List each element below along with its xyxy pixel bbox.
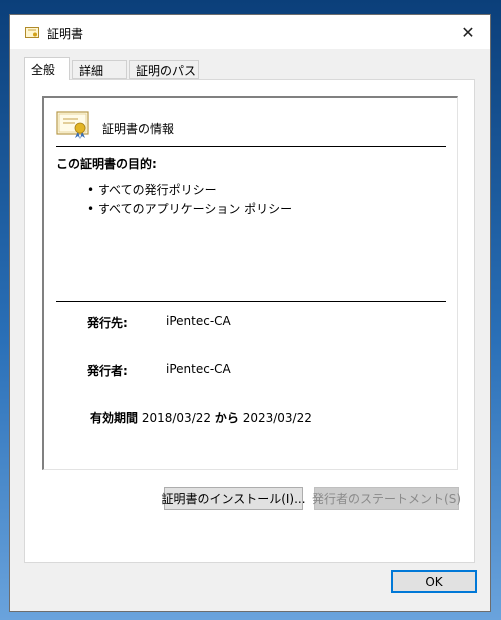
close-icon: ✕ — [461, 22, 475, 42]
ok-button[interactable]: OK — [391, 570, 477, 593]
title-bar: 証明書 ✕ — [10, 15, 490, 49]
window-title: 証明書 — [47, 27, 84, 41]
certificate-icon — [25, 27, 39, 38]
purpose-title: この証明書の目的: — [56, 157, 157, 171]
divider — [56, 146, 446, 147]
issued-to-label: 発行先: — [87, 316, 128, 330]
issued-to-value: iPentec-CA — [166, 314, 231, 328]
issued-by-label: 発行者: — [87, 364, 128, 378]
issuer-statement-button[interactable]: 発行者のステートメント(S) — [312, 487, 461, 510]
general-tab-panel: 証明書の情報 この証明書の目的: • すべての発行ポリシー • すべてのアプリケ… — [24, 79, 475, 563]
purpose-item: • すべてのアプリケーション ポリシー — [87, 202, 293, 216]
valid-from: 2018/03/22 — [141, 411, 212, 425]
validity-label: 有効期間 — [90, 411, 139, 425]
certificate-info-box: 証明書の情報 この証明書の目的: • すべての発行ポリシー • すべてのアプリケ… — [42, 96, 458, 470]
certificate-info-heading: 証明書の情報 — [102, 122, 175, 136]
install-certificate-button[interactable]: 証明書のインストール(I)... — [161, 487, 306, 510]
tab-certification-path[interactable]: 証明のパス — [129, 60, 199, 79]
certificate-dialog: 証明書 ✕ 全般 詳細 証明のパス 証明書の情報 この証明書の目的: • すべて… — [9, 14, 491, 612]
purpose-item: • すべての発行ポリシー — [87, 183, 217, 197]
valid-to: 2023/03/22 — [242, 411, 312, 425]
divider — [56, 301, 446, 302]
issued-by-value: iPentec-CA — [166, 362, 231, 376]
validity-row: 有効期間 2018/03/22 から 2023/03/22 — [90, 409, 312, 426]
tab-details[interactable]: 詳細 — [72, 60, 127, 79]
tab-general[interactable]: 全般 — [24, 57, 70, 80]
validity-separator: から — [214, 411, 239, 425]
close-button[interactable]: ✕ — [446, 15, 490, 49]
certificate-info-icon — [56, 111, 89, 139]
